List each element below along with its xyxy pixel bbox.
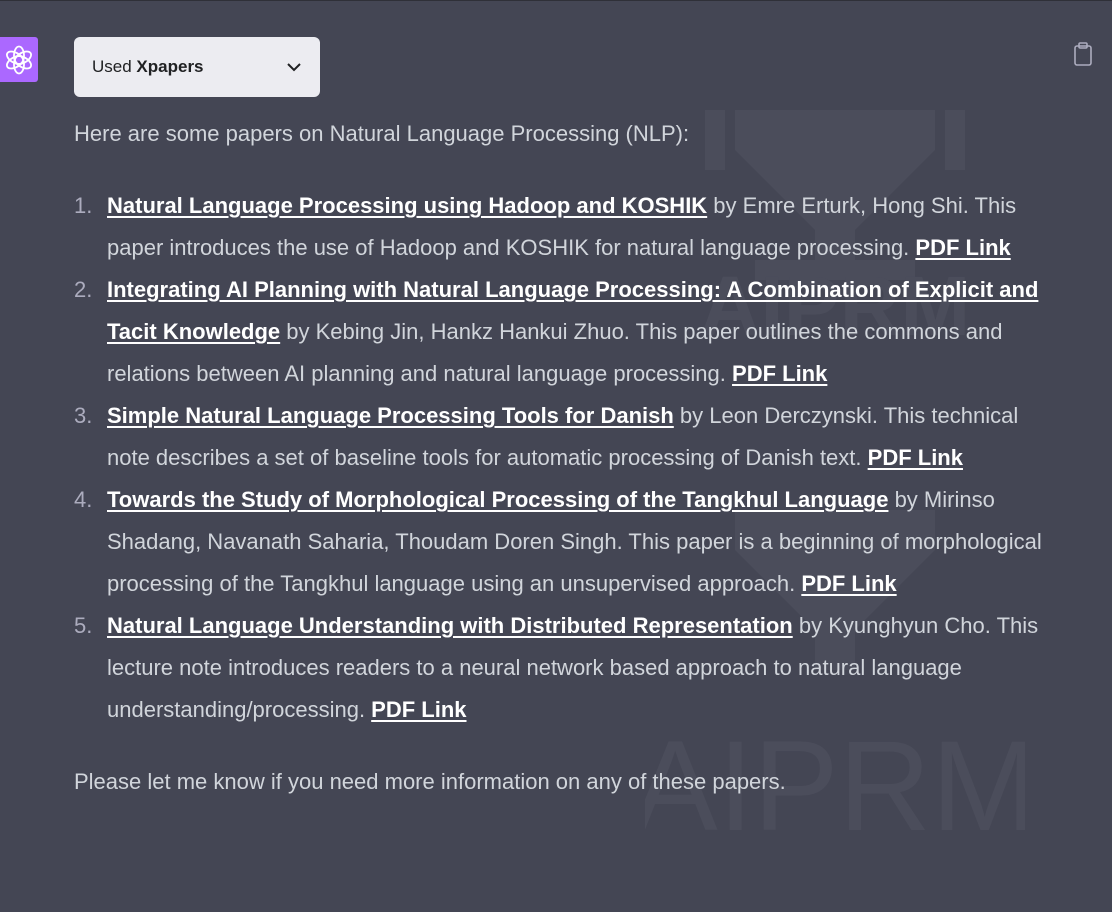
pdf-link[interactable]: PDF Link [868,445,963,470]
list-number: 1. [74,193,93,218]
list-item: 2. Integrating AI Planning with Natural … [74,269,1064,395]
paper-title-link[interactable]: Natural Language Understanding with Dist… [107,613,793,638]
openai-logo-icon [3,44,35,76]
used-label: Used [92,57,132,76]
paper-title-link[interactable]: Towards the Study of Morphological Proce… [107,487,888,512]
list-item: 1. Natural Language Processing using Had… [74,185,1064,269]
plugin-used-dropdown[interactable]: Used Xpapers [74,37,320,97]
copy-button[interactable] [1071,41,1095,71]
assistant-message: Here are some papers on Natural Language… [74,113,1064,803]
pdf-link[interactable]: PDF Link [371,697,466,722]
pdf-link[interactable]: PDF Link [732,361,827,386]
plugin-used-text: Used Xpapers [92,57,204,77]
list-number: 2. [74,277,93,302]
chevron-down-icon [286,57,302,77]
plugin-name: Xpapers [136,57,204,76]
list-number: 5. [74,613,93,638]
list-item: 4. Towards the Study of Morphological Pr… [74,479,1064,605]
assistant-avatar [0,37,38,82]
paper-title-link[interactable]: Natural Language Processing using Hadoop… [107,193,707,218]
top-divider [0,0,1112,1]
list-number: 3. [74,403,93,428]
clipboard-icon [1073,41,1093,71]
paper-title-link[interactable]: Simple Natural Language Processing Tools… [107,403,674,428]
pdf-link[interactable]: PDF Link [801,571,896,596]
list-item: 5. Natural Language Understanding with D… [74,605,1064,731]
list-number: 4. [74,487,93,512]
closing-text: Please let me know if you need more info… [74,769,786,794]
intro-text: Here are some papers on Natural Language… [74,121,690,146]
paper-list: 1. Natural Language Processing using Had… [74,185,1064,731]
list-item: 3. Simple Natural Language Processing To… [74,395,1064,479]
pdf-link[interactable]: PDF Link [915,235,1010,260]
